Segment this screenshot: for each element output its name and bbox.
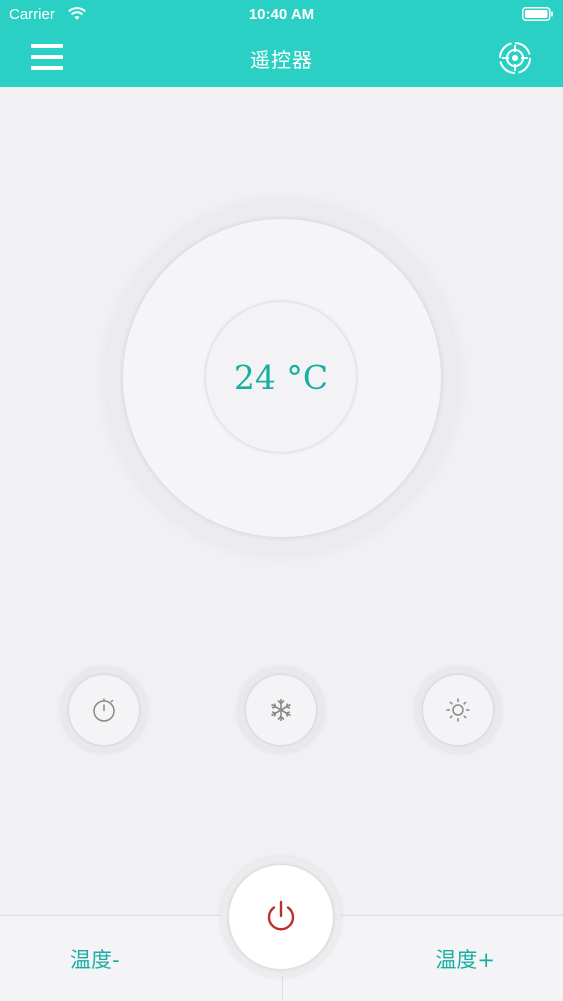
heat-mode-button-face <box>423 675 493 745</box>
navigation-bar: Carrier 10:40 AM 遥控器 <box>0 0 563 87</box>
status-bar: Carrier 10:40 AM <box>0 0 563 30</box>
power-button-ring <box>221 857 341 977</box>
page-title: 遥控器 <box>250 48 313 72</box>
stopwatch-icon <box>93 698 115 722</box>
sun-icon <box>446 698 470 722</box>
temperature-up-label: 温度+ <box>435 947 495 972</box>
temperature-down-label: 温度- <box>70 947 120 972</box>
temperature-display: 24 °C <box>233 357 329 397</box>
dial-ring: 24 °C <box>123 219 441 537</box>
cool-mode-button-face <box>246 675 316 745</box>
battery-icon <box>522 7 553 21</box>
status-time: 10:40 AM <box>248 6 315 23</box>
snowflake-icon <box>271 699 291 721</box>
crosshair-target-icon[interactable] <box>498 41 532 75</box>
timer-button-face <box>69 675 139 745</box>
cool-mode-button[interactable] <box>238 667 324 753</box>
temperature-dial[interactable]: 24 °C <box>107 203 457 553</box>
heat-mode-button[interactable] <box>415 667 501 753</box>
dial-center: 24 °C <box>206 302 356 452</box>
timer-button[interactable] <box>61 667 147 753</box>
power-icon <box>267 900 295 931</box>
power-button[interactable] <box>229 865 333 969</box>
